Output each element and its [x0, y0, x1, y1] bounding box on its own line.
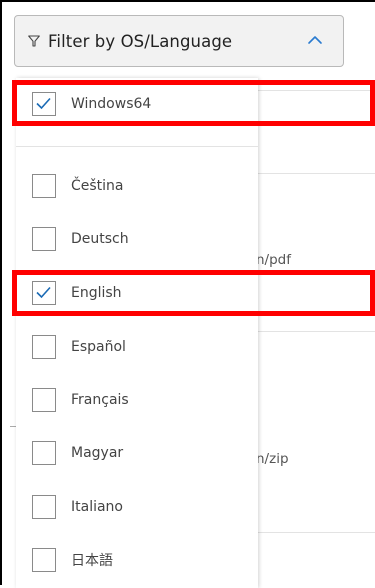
filter-dropdown-button[interactable]: Filter by OS/Language [14, 15, 344, 67]
background-file-type: n/pdf [256, 252, 291, 268]
option-label: Deutsch [71, 231, 129, 247]
checkbox-italiano[interactable] [32, 495, 56, 519]
screenshot-border-left [0, 0, 2, 585]
option-italiano[interactable]: Italiano [16, 487, 258, 527]
option-label: Español [71, 339, 126, 355]
option-label: Français [71, 392, 129, 408]
option-magyar[interactable]: Magyar [16, 433, 258, 473]
option-label: Italiano [71, 499, 123, 515]
highlight-box-windows64 [12, 80, 375, 126]
filter-button-label: Filter by OS/Language [48, 31, 233, 51]
option-group-divider [16, 146, 258, 147]
background-row-divider [258, 532, 375, 533]
option-espanol[interactable]: Español [16, 327, 258, 367]
checkbox-cestina[interactable] [32, 174, 56, 198]
checkbox-magyar[interactable] [32, 441, 56, 465]
checkbox-deutsch[interactable] [32, 227, 56, 251]
chevron-up-icon[interactable] [307, 34, 323, 46]
background-file-type: n/zip [256, 451, 289, 467]
funnel-icon [28, 35, 40, 47]
background-row-divider [258, 331, 375, 332]
option-cestina[interactable]: Čeština [16, 166, 258, 206]
checkbox-francais[interactable] [32, 388, 56, 412]
checkbox-japanese[interactable] [32, 548, 56, 572]
option-label: Magyar [71, 445, 124, 461]
os-language-dropdown: Windows64 Čeština Deutsch English Españo… [16, 78, 258, 588]
option-label: Čeština [71, 178, 124, 194]
option-deutsch[interactable]: Deutsch [16, 219, 258, 259]
screenshot-border-top [0, 0, 375, 2]
option-label: 日本語 [71, 553, 113, 569]
option-francais[interactable]: Français [16, 380, 258, 420]
checkbox-espanol[interactable] [32, 335, 56, 359]
background-row-divider [258, 173, 375, 174]
highlight-box-english [12, 270, 375, 316]
option-japanese[interactable]: 日本語 [16, 540, 258, 580]
